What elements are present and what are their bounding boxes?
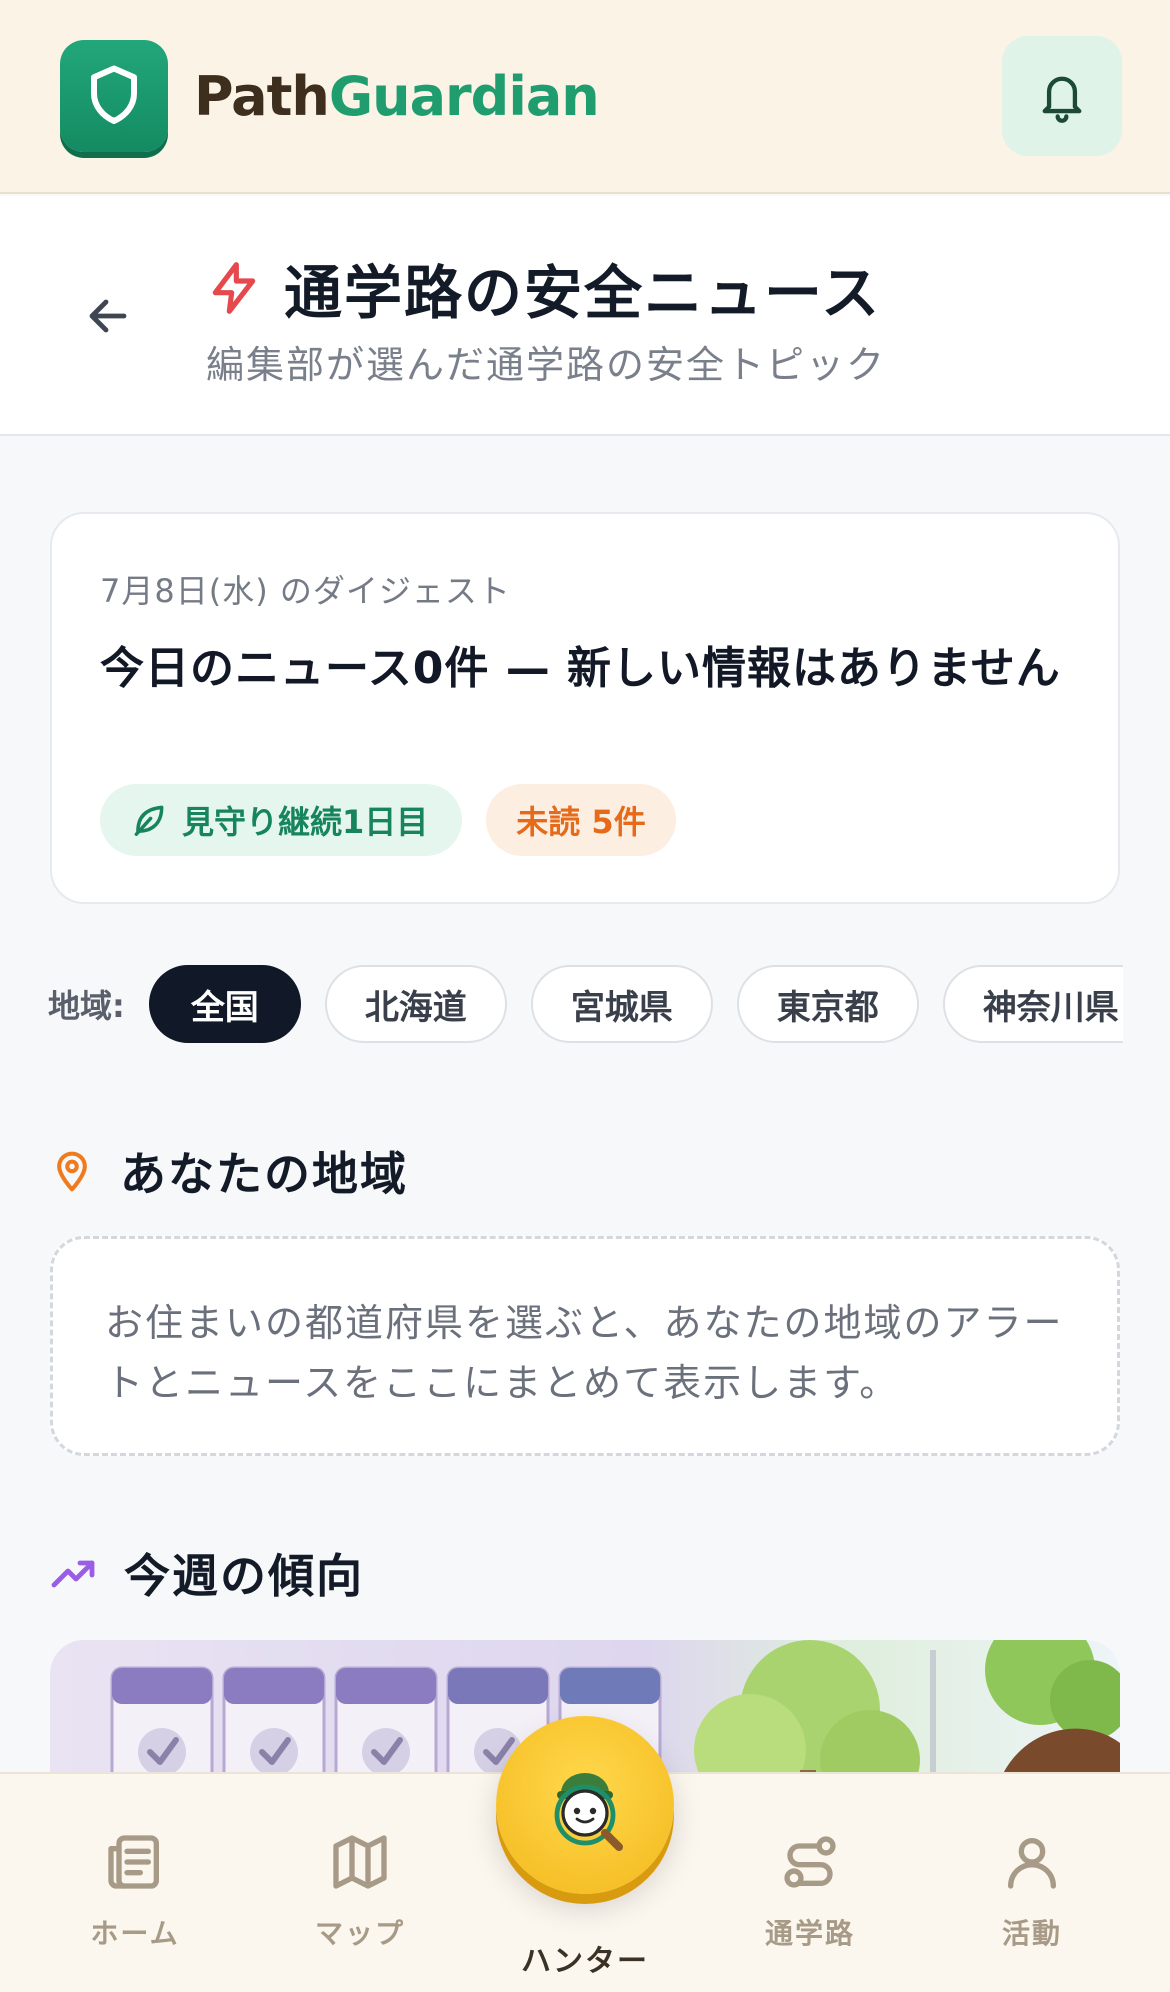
arrow-left-icon (89, 299, 127, 333)
nav-home-label: ホーム (90, 1917, 180, 1950)
nav-map[interactable]: マップ (270, 1774, 450, 1992)
trending-up-icon (51, 1560, 95, 1588)
user-icon (996, 1826, 1068, 1898)
nav-route-label: 通学路 (764, 1917, 855, 1950)
back-button[interactable] (80, 288, 136, 344)
nav-map-label: マップ (314, 1917, 405, 1950)
weekly-trend-heading: 今週の傾向 (50, 1540, 364, 1606)
bell-icon (1042, 76, 1082, 123)
region-pill-hokkaido[interactable]: 北海道 (324, 965, 507, 1043)
region-pill-tokyo[interactable]: 東京都 (736, 965, 919, 1043)
map-icon (324, 1826, 396, 1898)
leaf-icon (134, 805, 164, 836)
digest-chips: 見守り継続1日目 未読 5件 (100, 784, 676, 856)
your-region-heading: あなたの地域 (50, 1138, 408, 1204)
app-bar: PathGuardian (0, 0, 1170, 194)
newspaper-icon (99, 1826, 171, 1898)
digest-date: 7月8日(水) のダイジェスト (100, 572, 511, 610)
streak-label: 見守り継続1日目 (182, 803, 429, 841)
streak-badge: 見守り継続1日目 (100, 784, 463, 856)
nav-activity-label: 活動 (1001, 1917, 1062, 1950)
region-pill-kanagawa[interactable]: 神奈川県 (942, 965, 1123, 1043)
region-filter-label: 地域: (48, 987, 125, 1025)
route-icon (774, 1826, 846, 1898)
page-subtitle: 編集部が選んだ通学路の安全トピック (206, 343, 887, 387)
map-pin-icon (57, 1151, 87, 1192)
region-filter: 地域: 全国 北海道 宮城県 東京都 神奈川県 (48, 964, 1123, 1044)
page-header: 通学路の安全ニュース 編集部が選んだ通学路の安全トピック (0, 196, 1170, 436)
nav-route[interactable]: 通学路 (720, 1774, 900, 1992)
nav-hunter-label: ハンター (521, 1944, 649, 1979)
notification-button[interactable] (1002, 36, 1122, 156)
region-empty-state[interactable]: お住まいの都道府県を選ぶと、あなたの地域のアラートとニュースをここにまとめて表示… (50, 1236, 1120, 1456)
region-pill-zenkoku[interactable]: 全国 (148, 965, 301, 1043)
region-pill-miyagi[interactable]: 宮城県 (530, 965, 713, 1043)
digest-headline: 今日のニュース0件 — 新しい情報はありません (100, 643, 1061, 694)
lightning-icon (212, 262, 256, 314)
section-title-weekly-trend: 今週の傾向 (124, 1549, 364, 1603)
digest-card: 7月8日(水) のダイジェスト 今日のニュース0件 — 新しい情報はありません … (50, 512, 1120, 904)
nav-home[interactable]: ホーム (45, 1774, 225, 1992)
section-title-your-region: あなたの地域 (120, 1147, 408, 1201)
shield-logo-icon (60, 40, 168, 152)
nav-activity[interactable]: 活動 (942, 1774, 1122, 1992)
title-row: 通学路の安全ニュース (206, 246, 881, 330)
hunter-mascot-icon (554, 1773, 623, 1851)
hunter-fab-button[interactable] (496, 1716, 674, 1894)
brand-name: PathGuardian (194, 64, 600, 128)
unread-badge[interactable]: 未読 5件 (486, 784, 676, 856)
page-title: 通学路の安全ニュース (284, 259, 882, 327)
